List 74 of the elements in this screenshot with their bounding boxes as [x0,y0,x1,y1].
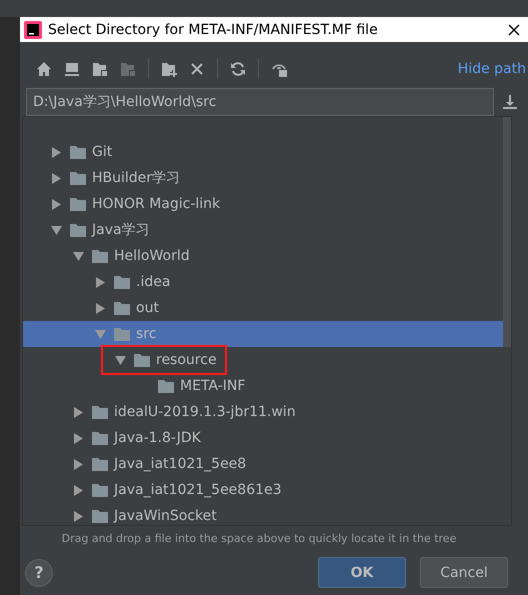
delete-icon[interactable] [189,61,205,77]
folder-icon [70,197,86,211]
folder-name[interactable]: idealU-2019.1.3-jbr11.win [114,404,296,420]
folder-name[interactable]: Java_iat1021_5ee861e3 [114,482,282,498]
expand-arrow-icon[interactable] [73,510,84,522]
folder-icon [70,145,86,159]
tree-row[interactable]: HBuilder学习 [23,165,503,191]
ok-button[interactable]: OK [318,557,406,588]
tree-row[interactable]: Java学习 [23,217,503,243]
expand-arrow-icon[interactable] [73,406,84,418]
expand-arrow-icon[interactable] [95,276,106,288]
folder-name[interactable]: JavaWinSocket [114,508,217,524]
close-icon[interactable] [508,24,520,36]
folder-icon [92,509,108,523]
home-icon[interactable] [36,61,52,77]
tree-row[interactable]: resource [23,347,503,373]
scrollbar-thumb[interactable] [503,117,511,347]
tree-row[interactable]: HelloWorld [23,243,503,269]
collapse-arrow-icon[interactable] [115,354,126,366]
help-button[interactable]: ? [25,558,53,586]
folder-icon [114,275,130,289]
folder-name[interactable]: HelloWorld [114,248,190,264]
tree-row[interactable]: idealU-2019.1.3-jbr11.win [23,399,503,425]
folder-name[interactable]: out [136,300,159,316]
folder-name[interactable]: HONOR Magic-link [92,196,220,212]
folder-icon [158,379,174,393]
folder-name[interactable]: Java-1.8-JDK [114,430,201,446]
folder-icon [70,171,86,185]
module-folder-icon[interactable] [120,61,136,77]
expand-arrow-icon[interactable] [73,458,84,470]
desktop-icon[interactable] [64,61,80,77]
folder-name[interactable]: Java_iat1021_5ee8 [114,456,246,472]
refresh-icon[interactable] [230,61,246,77]
project-folder-icon[interactable] [92,61,108,77]
expand-arrow-icon[interactable] [51,172,62,184]
folder-name[interactable]: HBuilder学习 [92,169,180,187]
cancel-button[interactable]: Cancel [420,557,508,588]
tree-row[interactable]: out [23,295,503,321]
tree-row[interactable]: Java-1.8-JDK [23,425,503,451]
folder-name[interactable]: Git [92,144,112,160]
folder-icon [92,457,108,471]
tree-row[interactable]: Git [23,139,503,165]
folder-name[interactable]: .idea [136,274,170,290]
folder-icon [134,353,150,367]
expand-arrow-icon[interactable] [51,146,62,158]
folder-icon [114,327,130,341]
folder-name[interactable]: META-INF [180,378,246,394]
expand-arrow-icon[interactable] [95,302,106,314]
folder-icon [92,431,108,445]
new-folder-icon[interactable] [161,61,177,77]
app-logo-icon [24,20,42,38]
folder-icon [92,249,108,263]
folder-name[interactable]: resource [156,352,217,368]
folder-icon [70,223,86,237]
tree-row[interactable]: HONOR Magic-link [23,191,503,217]
folder-name[interactable]: Java学习 [92,221,150,239]
collapse-arrow-icon[interactable] [73,250,84,262]
path-field[interactable]: D:\Java学习\HelloWorld\src [26,88,494,116]
hide-path-link[interactable]: Hide path [458,61,526,77]
collapse-arrow-icon[interactable] [51,224,62,236]
folder-icon [114,301,130,315]
tree-row[interactable]: .idea [23,269,503,295]
tree-row[interactable]: Java_iat1021_5ee861e3 [23,477,503,503]
expand-arrow-icon[interactable] [73,432,84,444]
window-title: Select Directory for META-INF/MANIFEST.MF file [48,22,379,38]
expand-arrow-icon[interactable] [73,484,84,496]
download-icon[interactable] [502,94,518,110]
hint-text: Drag and drop a file into the space above to quickly locate it in the tree [60,531,458,545]
tree-row[interactable]: JavaWinSocket [23,503,503,525]
tree-row[interactable]: META-INF [23,373,503,399]
folder-icon [92,483,108,497]
tree-row[interactable]: Java_iat1021_5ee8 [23,451,503,477]
expand-arrow-icon[interactable] [51,198,62,210]
folder-icon [92,405,108,419]
